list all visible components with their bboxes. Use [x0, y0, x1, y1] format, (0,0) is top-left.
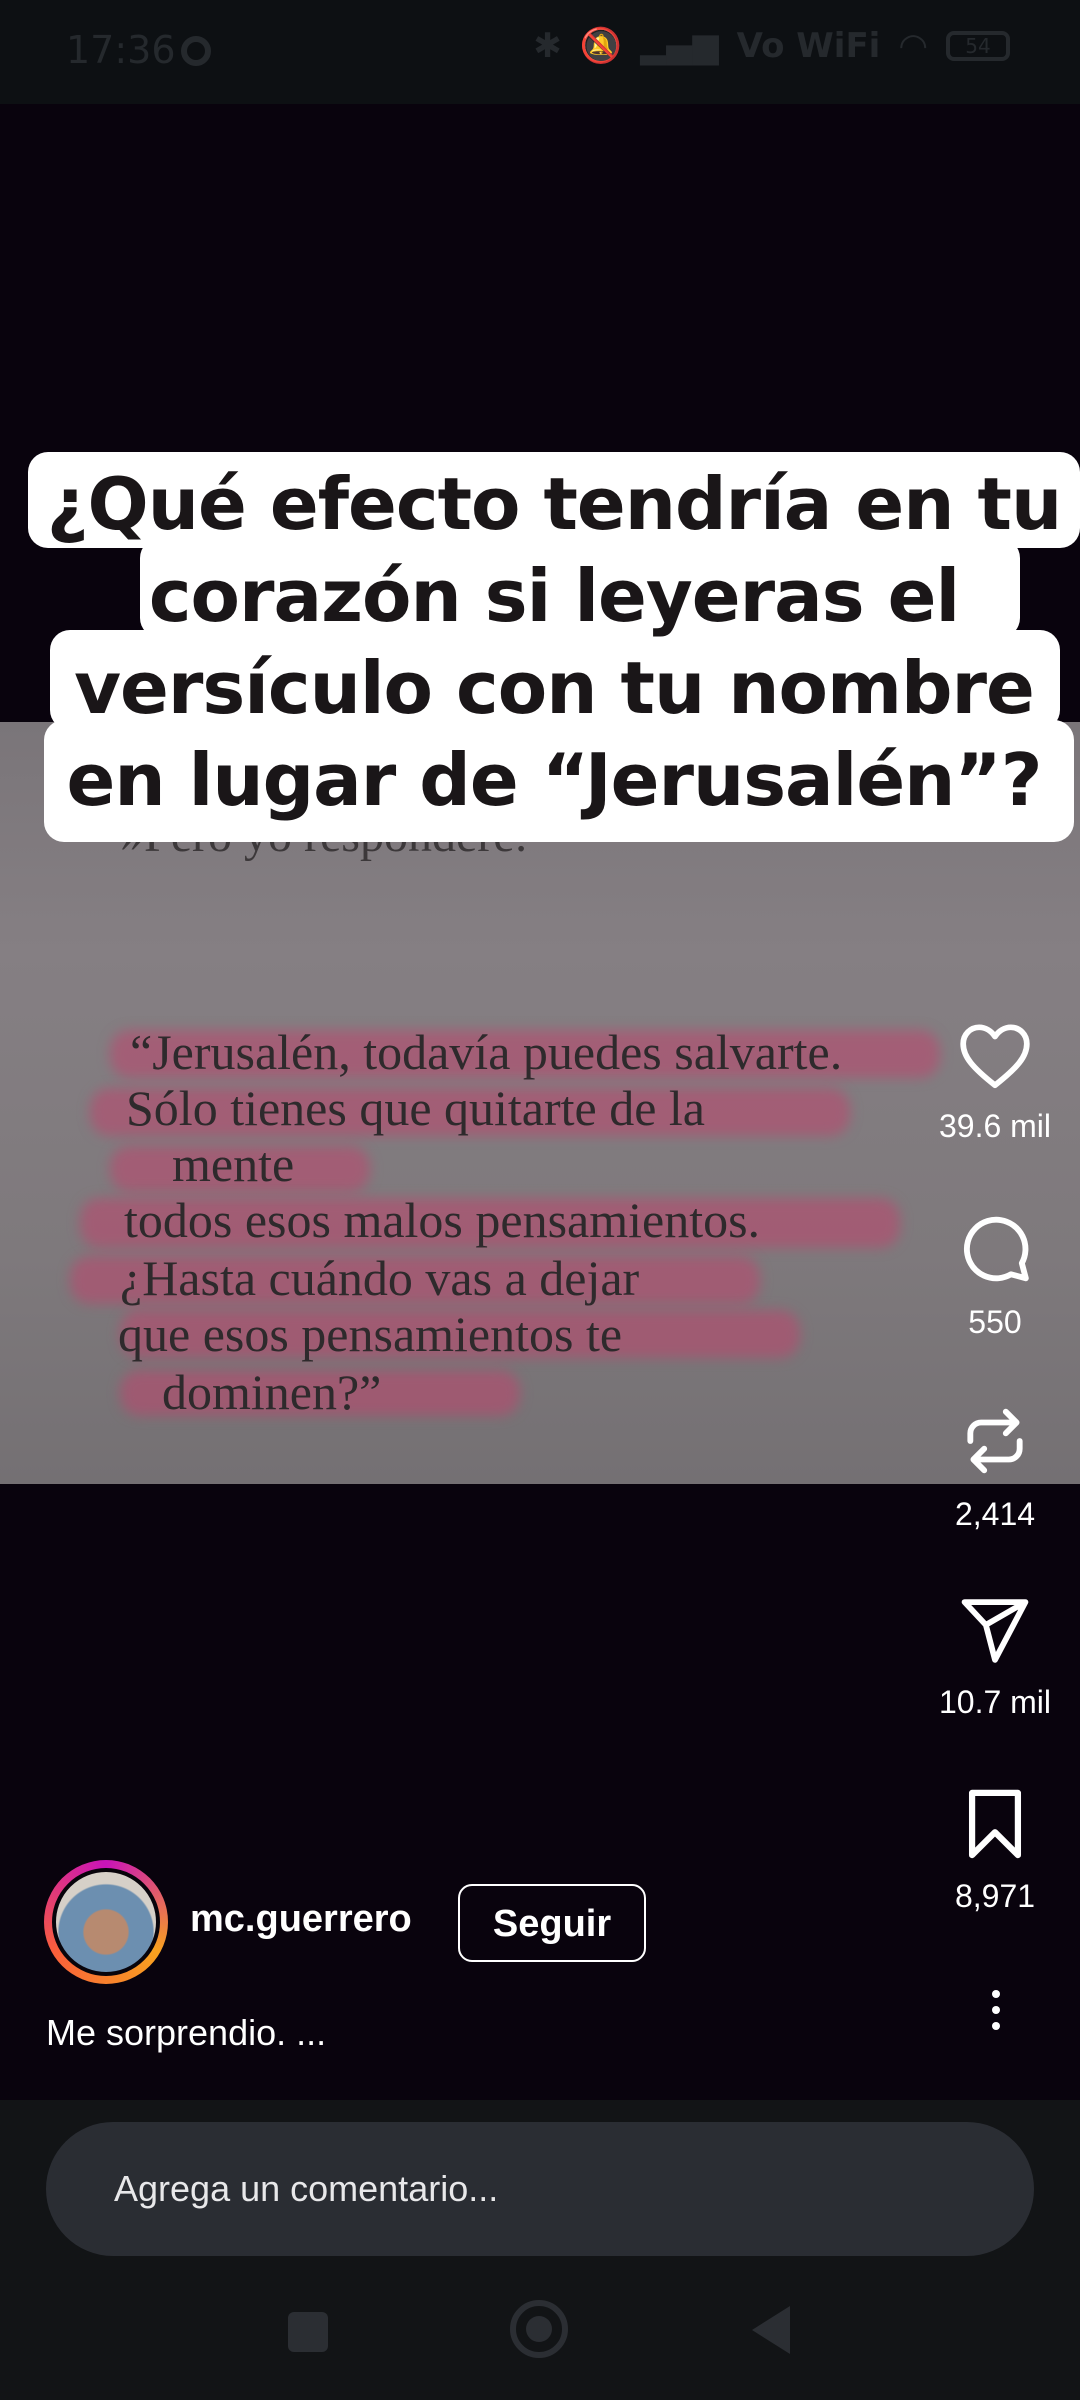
question-line: corazón si leyeras el — [148, 554, 960, 638]
recents-button[interactable] — [288, 2312, 328, 2352]
save-button[interactable]: 8,971 — [910, 1788, 1080, 1915]
comment-count: 550 — [968, 1304, 1022, 1340]
like-button[interactable]: 39.6 mil — [910, 1020, 1080, 1145]
like-count: 39.6 mil — [938, 1108, 1052, 1144]
repost-button[interactable]: 2,414 — [910, 1404, 1080, 1533]
verse-line: todos esos malos pensamientos. — [124, 1192, 761, 1248]
more-options-button[interactable] — [976, 1984, 1016, 2044]
do-not-disturb-icon — [181, 36, 211, 66]
share-count: 10.7 mil — [938, 1684, 1052, 1720]
status-bar: 17:36 ✱ 🔕 ▂▄▆ Vo WiFi ◠ 54 — [0, 0, 1080, 104]
save-count: 8,971 — [954, 1878, 1036, 1914]
question-line: en lugar de “Jerusalén”? — [66, 738, 1043, 822]
bluetooth-icon: ✱ — [533, 26, 562, 66]
question-line: ¿Qué efecto tendría en tu — [46, 462, 1062, 546]
verse-line: mente — [172, 1136, 295, 1192]
verse-line: dominen?” — [162, 1364, 382, 1420]
comment-icon — [963, 1216, 1029, 1282]
status-icons: ✱ 🔕 ▂▄▆ Vo WiFi ◠ 54 — [533, 26, 1010, 66]
send-icon — [961, 1599, 1029, 1663]
wifi-icon: ◠ — [898, 26, 928, 66]
system-nav-bar — [0, 2212, 1080, 2358]
question-line: versículo con tu nombre — [74, 646, 1035, 730]
follow-button[interactable]: Seguir — [458, 1884, 646, 1962]
battery-icon: 54 — [946, 31, 1010, 61]
home-button[interactable] — [510, 2300, 568, 2358]
heart-icon — [960, 1024, 1030, 1089]
mute-icon: 🔕 — [579, 26, 623, 66]
signal-icon: ▂▄▆ — [640, 26, 719, 66]
comment-button[interactable]: 550 — [910, 1212, 1080, 1341]
verse-line: “Jerusalén, todavía puedes salvarte. — [130, 1024, 843, 1080]
verse-line: Sólo tienes que quitarte de la — [126, 1080, 706, 1136]
verse-line: ¿Hasta cuándo vas a dejar — [120, 1250, 640, 1306]
repost-icon — [967, 1408, 1023, 1474]
back-button[interactable] — [752, 2306, 790, 2354]
verse-line: que esos pensamientos te — [118, 1306, 623, 1362]
bookmark-icon — [968, 1789, 1022, 1859]
post-caption[interactable]: Me sorprendio. ... — [46, 2012, 326, 2054]
avatar — [52, 1868, 160, 1976]
question-overlay: ¿Qué efecto tendría en tu corazón si ley… — [28, 348, 1080, 842]
more-icon — [976, 1990, 1016, 2030]
repost-count: 2,414 — [954, 1496, 1036, 1532]
status-time: 17:36 — [66, 28, 176, 72]
share-button[interactable]: 10.7 mil — [910, 1596, 1080, 1721]
avatar-story-ring[interactable] — [44, 1860, 168, 1984]
vowifi-label: Vo WiFi — [736, 26, 881, 66]
username[interactable]: mc.guerrero — [190, 1898, 412, 1941]
